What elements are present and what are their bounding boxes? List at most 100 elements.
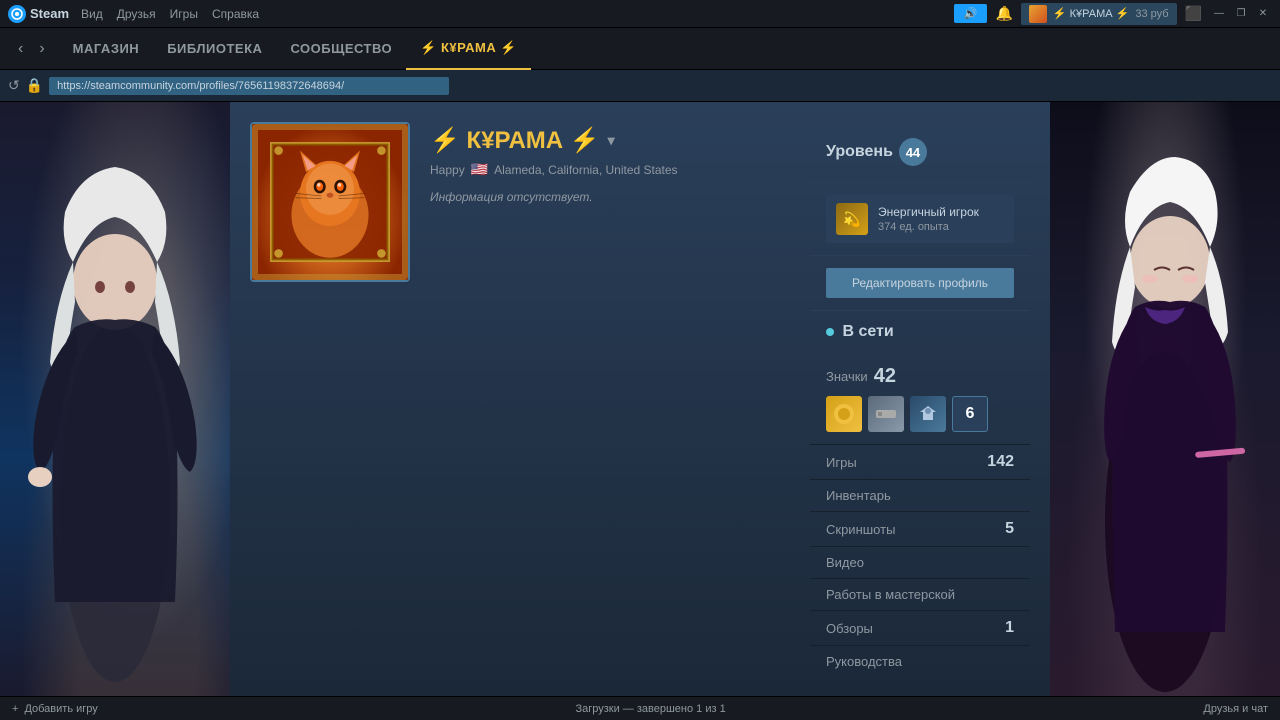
titlebar-right: 🔊 🔔 ⚡ К¥РАМА ⚡ 33 руб ⬛ — ❐ ✕: [954, 3, 1272, 25]
maximize-button[interactable]: ❐: [1232, 5, 1250, 23]
games-label: Игры: [826, 455, 857, 470]
statusbar-left: + Добавить игру: [12, 703, 98, 715]
nav-community[interactable]: СООБЩЕСТВО: [276, 28, 406, 70]
location-text: Alameda, California, United States: [494, 163, 677, 177]
center-content: ⚡ К¥РАМА ⚡ ▾ Happy 🇺🇸 Alameda, Californi…: [230, 102, 1050, 696]
badges-count: 42: [874, 365, 896, 388]
avatar-inner: [252, 124, 408, 280]
friends-chat-label[interactable]: Друзья и чат: [1203, 703, 1268, 715]
nav-profile[interactable]: ⚡ К¥РАМА ⚡: [406, 28, 531, 70]
monitor-button[interactable]: ⬛: [1185, 5, 1202, 22]
audio-button[interactable]: 🔊: [954, 4, 988, 23]
xp-points: 374 ед. опыта: [878, 221, 1004, 233]
reviews-count: 1: [1005, 619, 1014, 637]
avatar-frame: [250, 122, 410, 282]
inventory-label: Инвентарь: [826, 488, 891, 503]
user-balance: 33 руб: [1135, 8, 1168, 20]
guides-row[interactable]: Руководства: [810, 645, 1030, 677]
flag-icon: 🇺🇸: [471, 161, 488, 178]
refresh-button[interactable]: ↺: [8, 77, 20, 94]
menu-games[interactable]: Игры: [170, 7, 198, 21]
profile-stats-side: Уровень 44 💫 Энергичный игрок 374 ед. оп…: [810, 122, 1030, 677]
lock-icon: 🔒: [26, 77, 43, 94]
guides-label: Руководства: [826, 654, 902, 669]
username: ⚡ К¥РАМА ⚡: [430, 126, 600, 155]
notification-button[interactable]: 🔔: [995, 5, 1012, 22]
badge-eagle[interactable]: [910, 396, 946, 432]
level-section: Уровень 44: [810, 122, 1030, 183]
xp-badge: 💫 Энергичный игрок 374 ед. опыта: [826, 195, 1014, 243]
addressbar: ↺ 🔒: [0, 70, 1280, 102]
nav-store[interactable]: МАГАЗИН: [59, 28, 154, 70]
badges-section: Значки 42 6: [810, 365, 1030, 444]
add-game-label[interactable]: Добавить игру: [24, 703, 97, 715]
badge-gold[interactable]: [826, 396, 862, 432]
nav-library[interactable]: БИБЛИОТЕКА: [153, 28, 276, 70]
avatar-art: [270, 142, 390, 262]
anime-art-right: [1050, 102, 1280, 696]
online-dot: [826, 328, 834, 336]
games-row[interactable]: Игры 142: [810, 444, 1030, 479]
videos-label: Видео: [826, 555, 864, 570]
menu-vid[interactable]: Вид: [81, 7, 103, 21]
profile-info: ⚡ К¥РАМА ⚡ ▾ Happy 🇺🇸 Alameda, Californi…: [430, 122, 790, 204]
add-game-icon: +: [12, 703, 18, 715]
online-label: В сети: [826, 323, 1014, 341]
badge-num6[interactable]: 6: [952, 396, 988, 432]
level-badge: Уровень 44: [826, 138, 927, 166]
profile-summary: Информация отсутствует.: [430, 190, 790, 204]
bg-left: [0, 102, 230, 696]
nav-arrows: ‹ ›: [12, 38, 51, 60]
videos-row[interactable]: Видео: [810, 546, 1030, 578]
xp-info: Энергичный игрок 374 ед. опыта: [878, 205, 1004, 233]
menu-friends[interactable]: Друзья: [117, 7, 156, 21]
profile-dropdown[interactable]: ▾: [608, 132, 615, 149]
online-section: В сети: [810, 310, 1030, 365]
main-area: ⚡ К¥РАМА ⚡ ▾ Happy 🇺🇸 Alameda, Californi…: [0, 102, 1280, 696]
window-controls: — ❐ ✕: [1210, 5, 1272, 23]
profile-name: ⚡ К¥РАМА ⚡ ▾: [430, 126, 790, 155]
url-input[interactable]: [49, 77, 449, 95]
user-chip[interactable]: ⚡ К¥РАМА ⚡ 33 руб: [1021, 3, 1177, 25]
downloads-status: Загрузки — завершено 1 из 1: [575, 703, 725, 715]
screenshots-count: 5: [1005, 520, 1014, 538]
menu-help[interactable]: Справка: [212, 7, 259, 21]
back-button[interactable]: ‹: [12, 38, 29, 60]
reviews-row[interactable]: Обзоры 1: [810, 610, 1030, 645]
level-label: Уровень: [826, 143, 893, 161]
screenshots-row[interactable]: Скриншоты 5: [810, 511, 1030, 546]
forward-button[interactable]: ›: [33, 38, 50, 60]
level-number: 44: [899, 138, 927, 166]
navbar: ‹ › МАГАЗИН БИБЛИОТЕКА СООБЩЕСТВО ⚡ К¥РА…: [0, 28, 1280, 70]
titlebar: Steam Вид Друзья Игры Справка 🔊 🔔 ⚡ К¥РА…: [0, 0, 1280, 28]
screenshots-label: Скриншоты: [826, 522, 895, 537]
xp-icon: 💫: [836, 203, 868, 235]
badge-silver[interactable]: [868, 396, 904, 432]
minimize-button[interactable]: —: [1210, 5, 1228, 23]
app-name: Steam: [30, 6, 69, 21]
edit-profile-button[interactable]: Редактировать профиль: [826, 268, 1014, 298]
inventory-row[interactable]: Инвентарь: [810, 479, 1030, 511]
statusbar-center: Загрузки — завершено 1 из 1: [98, 703, 1204, 715]
xp-title: Энергичный игрок: [878, 205, 1004, 219]
steam-icon: [8, 5, 26, 23]
games-count: 142: [987, 453, 1014, 471]
user-name-label: ⚡ К¥РАМА ⚡: [1053, 7, 1129, 20]
statusbar-right: Друзья и чат: [1203, 703, 1268, 715]
user-avatar-small: [1029, 5, 1047, 23]
steam-logo: Steam: [8, 5, 69, 23]
badges-label: Значки 42: [826, 365, 1014, 388]
badges-row: 6: [826, 396, 1014, 432]
char-art-right: [1050, 102, 1280, 696]
workshop-label: Работы в мастерской: [826, 587, 955, 602]
status-text: Happy: [430, 163, 465, 177]
close-button[interactable]: ✕: [1254, 5, 1272, 23]
titlebar-left: Steam Вид Друзья Игры Справка: [8, 5, 259, 23]
reviews-label: Обзоры: [826, 621, 873, 636]
xp-section: 💫 Энергичный игрок 374 ед. опыта: [810, 183, 1030, 256]
profile-header: ⚡ К¥РАМА ⚡ ▾ Happy 🇺🇸 Alameda, Californi…: [230, 102, 1050, 696]
statusbar: + Добавить игру Загрузки — завершено 1 и…: [0, 696, 1280, 720]
profile-location: Happy 🇺🇸 Alameda, California, United Sta…: [430, 161, 790, 178]
workshop-row[interactable]: Работы в мастерской: [810, 578, 1030, 610]
char-art-left: [0, 102, 230, 696]
